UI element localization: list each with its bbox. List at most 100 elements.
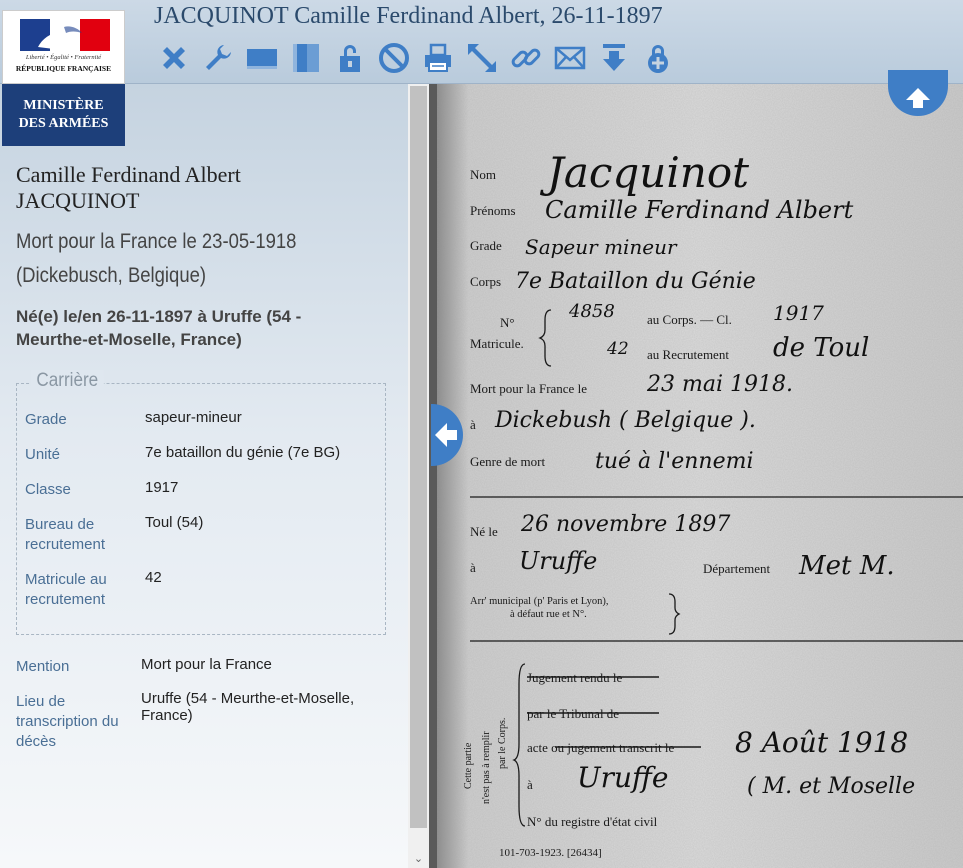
- fullscreen-button[interactable]: [460, 38, 504, 78]
- field-label: Matricule au recrutement: [25, 571, 107, 608]
- ministry-name: MINISTÈRE DES ARMÉES: [2, 84, 125, 146]
- svg-text:26 novembre 1897: 26 novembre 1897: [520, 512, 730, 537]
- svg-text:8 Août 1918: 8 Août 1918: [735, 726, 908, 759]
- svg-text:Arr' municipal (p' Paris et Ly: Arr' municipal (p' Paris et Lyon),: [470, 596, 609, 607]
- svg-text:Nom: Nom: [470, 167, 496, 182]
- person-first-names: Camille Ferdinand Albert: [16, 162, 241, 187]
- horizontal-view-button[interactable]: [240, 38, 284, 78]
- field-label: Unité: [25, 446, 61, 463]
- svg-text:de Toul: de Toul: [773, 333, 869, 363]
- svg-text:au Recrutement: au Recrutement: [647, 347, 729, 362]
- lock-plus-icon: [648, 45, 668, 73]
- field-label: Bureau de recrutement: [25, 516, 106, 553]
- svg-text:1917: 1917: [773, 301, 824, 325]
- death-date: Mort pour la France le 23-05-1918: [16, 230, 297, 253]
- career-legend: Carrière: [31, 370, 104, 392]
- tools-button[interactable]: [196, 38, 240, 78]
- fullscreen-icon: [468, 44, 496, 72]
- svg-text:( M. et Moselle: ( M. et Moselle: [747, 774, 915, 799]
- svg-text:Dickebush ( Belgique ).: Dickebush ( Belgique ).: [494, 408, 756, 433]
- ban-icon: [379, 43, 409, 73]
- field-value: 1917: [145, 479, 179, 496]
- field-value: 7e bataillon du génie (7e BG): [145, 444, 341, 461]
- svg-text:au Corps. — Cl.: au Corps. — Cl.: [647, 312, 732, 327]
- field-label: Classe: [25, 481, 71, 498]
- arrow-left-icon: [435, 423, 457, 447]
- horizontal-bar-icon: [247, 49, 277, 69]
- ministry-line-1: MINISTÈRE: [23, 98, 104, 113]
- svg-text:Département: Département: [703, 561, 771, 576]
- unlock-button[interactable]: [328, 38, 372, 78]
- link-button[interactable]: [504, 38, 548, 78]
- info-panel: Camille Ferdinand Albert JACQUINOT Mort …: [0, 84, 408, 868]
- download-icon: [603, 44, 625, 71]
- svg-text:Genre de mort: Genre de mort: [470, 454, 545, 469]
- person-last-name: JACQUINOT: [16, 188, 140, 213]
- close-icon: [163, 47, 185, 69]
- svg-text:Cette partie: Cette partie: [463, 742, 474, 789]
- field-label: Grade: [25, 411, 67, 428]
- ministry-line-2: DES ARMÉES: [18, 116, 109, 131]
- print-button[interactable]: [416, 38, 460, 78]
- document-viewer[interactable]: Nom Prénoms Grade Corps N° Matricule. au…: [429, 84, 963, 868]
- svg-text:Grade: Grade: [470, 238, 502, 253]
- svg-text:Mort pour la France le: Mort pour la France le: [470, 381, 587, 396]
- svg-text:à: à: [470, 417, 476, 432]
- svg-text:par le Corps.: par le Corps.: [497, 718, 508, 769]
- svg-text:Sapeur mineur: Sapeur mineur: [525, 235, 678, 259]
- close-button[interactable]: [152, 38, 196, 78]
- svg-text:Matricule.: Matricule.: [470, 336, 524, 351]
- svg-text:à: à: [470, 560, 476, 575]
- field-value: Uruffe (54 - Meurthe-et-Moselle, France): [141, 690, 355, 724]
- download-button[interactable]: [592, 38, 636, 78]
- republic-logo: Liberté • Égalité • Fraternité RÉPUBLIQU…: [2, 10, 125, 84]
- wrench-icon: [206, 45, 231, 70]
- field-label: Lieu de transcription du décès: [16, 693, 119, 750]
- block-button[interactable]: [372, 38, 416, 78]
- scroll-down-arrow-icon[interactable]: ⌄: [408, 850, 429, 868]
- svg-text:Né le: Né le: [470, 524, 498, 539]
- archive-document-image: Nom Prénoms Grade Corps N° Matricule. au…: [429, 84, 963, 868]
- svg-text:Uruffe: Uruffe: [519, 547, 597, 575]
- republic-motto: Liberté • Égalité • Fraternité: [25, 54, 102, 61]
- death-info: Mort pour la France le 23-05-1918 (Dicke…: [16, 225, 350, 293]
- svg-text:N°: N°: [500, 315, 515, 330]
- ministry-logo[interactable]: Liberté • Égalité • Fraternité RÉPUBLIQU…: [2, 10, 125, 146]
- previous-page-button[interactable]: [888, 70, 948, 116]
- header-bar: JACQUINOT Camille Ferdinand Albert, 26-1…: [0, 0, 963, 84]
- field-label: Mention: [16, 658, 70, 675]
- svg-text:Met M.: Met M.: [798, 551, 895, 581]
- secure-add-button[interactable]: [636, 38, 680, 78]
- field-value: sapeur-mineur: [145, 409, 242, 426]
- vertical-view-button[interactable]: [284, 38, 328, 78]
- svg-text:101-703-1923. [26434]: 101-703-1923. [26434]: [499, 847, 602, 859]
- mail-button[interactable]: [548, 38, 592, 78]
- field-value: Mort pour la France: [141, 656, 272, 673]
- previous-document-button[interactable]: [431, 404, 463, 466]
- mail-icon: [554, 46, 586, 70]
- field-value: 42: [145, 569, 162, 586]
- svg-text:42: 42: [606, 339, 629, 359]
- svg-text:n'est pas à remplir: n'est pas à remplir: [481, 731, 492, 804]
- svg-text:7e Bataillon du Génie: 7e Bataillon du Génie: [515, 269, 756, 294]
- vertical-bar-icon: [293, 44, 319, 72]
- svg-text:Corps: Corps: [470, 274, 501, 289]
- toolbar: [152, 38, 680, 78]
- field-value: Toul (54): [145, 514, 204, 531]
- svg-text:tué à l'ennemi: tué à l'ennemi: [595, 449, 754, 474]
- svg-text:4858: 4858: [568, 301, 615, 322]
- svg-text:23 mai 1918.: 23 mai 1918.: [646, 372, 793, 397]
- marianne-icon: [20, 19, 110, 51]
- left-panel-scrollbar[interactable]: ⌄: [408, 84, 429, 868]
- svg-text:Jacquinot: Jacquinot: [539, 148, 749, 197]
- arrow-up-icon: [906, 88, 930, 108]
- unlock-icon: [340, 45, 360, 72]
- birth-info: Né(e) le/en 26-11-1897 à Uruffe (54 - Me…: [16, 307, 302, 349]
- svg-text:Uruffe: Uruffe: [577, 761, 668, 794]
- scrollbar-thumb[interactable]: [410, 86, 427, 828]
- link-icon: [511, 48, 541, 68]
- svg-text:Camille Ferdinand Albert: Camille Ferdinand Albert: [545, 196, 854, 224]
- svg-text:à défaut rue et N°.: à défaut rue et N°.: [510, 609, 587, 620]
- career-section: Carrière Grade sapeur-mineur Unité 7e ba…: [16, 370, 386, 635]
- print-icon: [425, 43, 451, 72]
